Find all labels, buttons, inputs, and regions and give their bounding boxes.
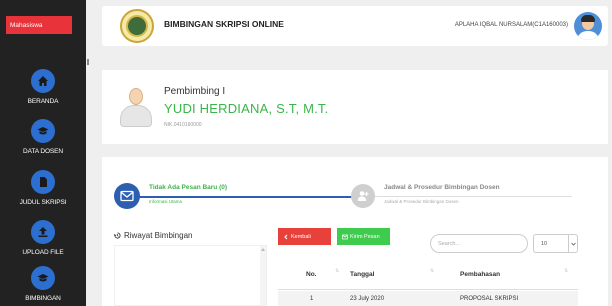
send-message-button[interactable]: Kirim Pesan — [337, 228, 390, 245]
table-header: No. ⇅ Tanggal ⇅ Pembahasan ⇅ — [278, 259, 578, 290]
column-header-pembahasan[interactable]: Pembahasan — [460, 259, 500, 290]
step-schedule-subtitle: Jadwal & Prosedur Bimbingan Dosen — [384, 199, 459, 204]
sidebar: Mahasiswa BERANDA DATA DOSEN JUDUL SKRIP… — [0, 0, 86, 306]
user-name[interactable]: APLAHA IQBAL NURSALAM(C1A160003) — [455, 22, 568, 28]
page-edge — [608, 0, 612, 306]
home-icon — [31, 69, 55, 93]
graduation-cap-icon — [31, 119, 55, 143]
history-title: Riwayat Bimbingan — [124, 231, 193, 240]
back-button[interactable]: Kembali — [278, 228, 331, 245]
sort-icon[interactable]: ⇅ — [564, 268, 568, 274]
advisor-avatar — [118, 88, 154, 128]
sidebar-item-bimbingan[interactable]: BIMBINGAN — [0, 266, 86, 302]
university-logo — [120, 9, 154, 43]
user-avatar[interactable] — [574, 12, 602, 40]
cell-pembahasan: PROPOSAL SKRIPSI — [460, 295, 519, 302]
search-input[interactable]: Search... — [430, 234, 528, 253]
sort-icon[interactable]: ⇅ — [335, 268, 339, 274]
sidebar-item-beranda[interactable]: BERANDA — [0, 69, 86, 105]
history-heading: Riwayat Bimbingan — [114, 231, 192, 240]
history-icon — [114, 232, 121, 239]
app-title: BIMBINGAN SKRIPSI ONLINE — [164, 19, 284, 29]
history-scrollbar[interactable] — [260, 246, 266, 306]
sidebar-item-label: JUDUL SKRIPSI — [19, 199, 67, 206]
step-messages-subtitle: Informasi Utama — [149, 199, 183, 204]
sidebar-item-label: BERANDA — [27, 98, 59, 105]
role-badge[interactable]: Mahasiswa — [6, 16, 72, 34]
step-schedule-title[interactable]: Jadwal & Prosedur Bimbingan Dosen — [384, 184, 500, 191]
cell-tanggal: 23 July 2020 — [350, 295, 385, 302]
sidebar-item-data-dosen[interactable]: DATA DOSEN — [0, 119, 86, 155]
column-header-no[interactable]: No. — [306, 259, 316, 290]
page-size-select[interactable]: 10 — [533, 234, 578, 253]
history-panel[interactable] — [114, 245, 267, 306]
sidebar-item-label: DATA DOSEN — [23, 148, 63, 155]
column-header-tanggal[interactable]: Tanggal — [350, 259, 374, 290]
sidebar-item-upload-file[interactable]: UPLOAD FILE — [0, 220, 86, 256]
history-table: No. ⇅ Tanggal ⇅ Pembahasan ⇅ 1 23 July 2… — [278, 259, 578, 306]
table-row[interactable]: 1 23 July 2020 PROPOSAL SKRIPSI — [278, 291, 578, 306]
chevron-down-icon — [568, 235, 577, 252]
cell-no: 1 — [310, 295, 314, 302]
sidebar-item-label: UPLOAD FILE — [22, 249, 64, 256]
advisor-card: Pembimbing I YUDI HERDIANA, S.T, M.T. NI… — [102, 70, 608, 144]
divider — [87, 59, 89, 65]
step-progress-track — [372, 196, 572, 197]
add-user-icon[interactable] — [351, 184, 375, 208]
graduation-cap-icon — [31, 266, 55, 290]
sidebar-item-judul-skripsi[interactable]: JUDUL SKRIPSI — [0, 170, 86, 206]
envelope-icon — [342, 234, 348, 239]
upload-icon — [31, 220, 55, 244]
envelope-icon[interactable] — [114, 183, 140, 209]
top-bar: BIMBINGAN SKRIPSI ONLINE APLAHA IQBAL NU… — [102, 6, 608, 46]
step-progress-line — [124, 196, 372, 198]
guidance-card: Tidak Ada Pesan Baru (0) Informasi Utama… — [102, 157, 608, 306]
advisor-role: Pembimbing I — [164, 86, 226, 97]
sidebar-item-label: BIMBINGAN — [25, 295, 61, 302]
file-icon — [31, 170, 55, 194]
advisor-nid: NIK.0410160000 — [164, 122, 202, 128]
chevron-left-icon — [284, 234, 288, 239]
sort-icon[interactable]: ⇅ — [430, 268, 434, 274]
advisor-name: YUDI HERDIANA, S.T, M.T. — [164, 101, 329, 116]
step-messages-title[interactable]: Tidak Ada Pesan Baru (0) — [149, 184, 227, 191]
